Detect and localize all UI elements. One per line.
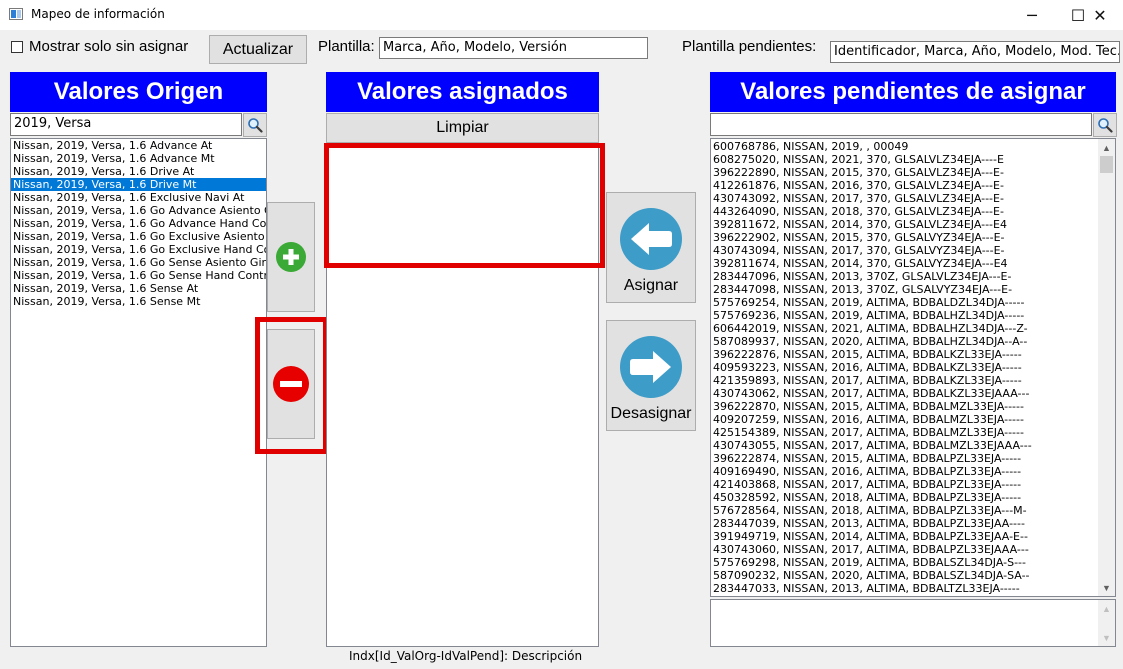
clear-button[interactable]: Limpiar	[326, 113, 599, 143]
pending-list[interactable]: 600768786, NISSAN, 2019, , 00049 60827502…	[710, 138, 1116, 597]
list-item[interactable]: Nissan, 2019, Versa, 1.6 Go Advance Asie…	[11, 204, 266, 217]
list-item[interactable]: 421359893, NISSAN, 2017, ALTIMA, BDBALKZ…	[711, 374, 1115, 387]
list-item[interactable]: 409593223, NISSAN, 2016, ALTIMA, BDBALKZ…	[711, 361, 1115, 374]
add-button[interactable]	[267, 202, 315, 312]
list-item[interactable]: 430743062, NISSAN, 2017, ALTIMA, BDBALKZ…	[711, 387, 1115, 400]
app-icon	[9, 8, 23, 20]
list-item[interactable]: Nissan, 2019, Versa, 1.6 Drive At	[11, 165, 266, 178]
list-item[interactable]: 600768786, NISSAN, 2019, , 00049	[711, 140, 1115, 153]
list-item[interactable]: 430743060, NISSAN, 2017, ALTIMA, BDBALPZ…	[711, 543, 1115, 556]
minimize-button[interactable]: ─	[1009, 0, 1055, 30]
list-item[interactable]: 575769254, NISSAN, 2019, ALTIMA, BDBALDZ…	[711, 296, 1115, 309]
list-item[interactable]: 396222876, NISSAN, 2015, ALTIMA, BDBALKZ…	[711, 348, 1115, 361]
list-item[interactable]: Nissan, 2019, Versa, 1.6 Go Sense Asient…	[11, 256, 266, 269]
refresh-button[interactable]: Actualizar	[209, 35, 307, 64]
list-item[interactable]: 396222870, NISSAN, 2015, ALTIMA, BDBALMZ…	[711, 400, 1115, 413]
checkbox-box[interactable]	[11, 40, 23, 53]
assign-label: Asignar	[623, 276, 679, 294]
template-label: Plantilla:	[318, 38, 375, 55]
list-item[interactable]: Nissan, 2019, Versa, 1.6 Go Advance Hand…	[11, 217, 266, 230]
list-item[interactable]: 575769236, NISSAN, 2019, ALTIMA, BDBALHZ…	[711, 309, 1115, 322]
list-item[interactable]: Nissan, 2019, Versa, 1.6 Advance Mt	[11, 152, 266, 165]
assigned-header: Valores asignados	[326, 72, 599, 112]
window-title: Mapeo de información	[31, 7, 165, 21]
list-item[interactable]: 396222890, NISSAN, 2015, 370, GLSALVLZ34…	[711, 166, 1115, 179]
unassign-label: Desasignar	[610, 404, 692, 422]
scroll-up-arrow-icon[interactable]: ▲	[1098, 139, 1115, 156]
list-item[interactable]: Nissan, 2019, Versa, 1.6 Go Sense Hand C…	[11, 269, 266, 282]
search-icon	[248, 118, 263, 133]
remove-button-highlight	[255, 317, 328, 454]
list-item[interactable]: 443264090, NISSAN, 2018, 370, GLSALVLZ34…	[711, 205, 1115, 218]
list-item[interactable]: Nissan, 2019, Versa, 1.6 Sense At	[11, 282, 266, 295]
filter-unassigned-label: Mostrar solo sin asignar	[29, 38, 189, 55]
list-item[interactable]: 283447096, NISSAN, 2013, 370Z, GLSALVLZ3…	[711, 270, 1115, 283]
list-item[interactable]: Nissan, 2019, Versa, 1.6 Go Exclusive Ha…	[11, 243, 266, 256]
list-item[interactable]: 391949719, NISSAN, 2014, ALTIMA, BDBALPZ…	[711, 530, 1115, 543]
list-item[interactable]: 396222902, NISSAN, 2015, 370, GLSALVYZ34…	[711, 231, 1115, 244]
list-item[interactable]: 576728564, NISSAN, 2018, ALTIMA, BDBALPZ…	[711, 504, 1115, 517]
list-item[interactable]: Nissan, 2019, Versa, 1.6 Go Exclusive As…	[11, 230, 266, 243]
scroll-down-arrow-icon[interactable]: ▼	[1098, 629, 1115, 646]
origin-search-input[interactable]: 2019, Versa	[10, 113, 242, 136]
scroll-down-arrow-icon[interactable]: ▼	[1098, 579, 1115, 596]
list-item[interactable]: Nissan, 2019, Versa, 1.6 Drive Mt	[11, 178, 266, 191]
list-item[interactable]: 425154389, NISSAN, 2017, ALTIMA, BDBALMZ…	[711, 426, 1115, 439]
list-item[interactable]: 430743092, NISSAN, 2017, 370, GLSALVLZ34…	[711, 192, 1115, 205]
list-item[interactable]: 283447033, NISSAN, 2013, ALTIMA, BDBALTZ…	[711, 582, 1115, 595]
assign-button[interactable]: Asignar	[606, 192, 696, 303]
unassign-button[interactable]: Desasignar	[606, 320, 696, 431]
origin-list[interactable]: Nissan, 2019, Versa, 1.6 Advance At Nissa…	[10, 138, 267, 647]
list-item[interactable]: 608275020, NISSAN, 2021, 370, GLSALVLZ34…	[711, 153, 1115, 166]
pending-detail-box[interactable]: ▲ ▼	[710, 599, 1116, 647]
pending-search-button[interactable]	[1093, 113, 1117, 137]
scroll-thumb[interactable]	[1100, 156, 1113, 173]
search-icon	[1098, 118, 1113, 133]
list-item[interactable]: 430743094, NISSAN, 2017, 370, GLSALVYZ34…	[711, 244, 1115, 257]
list-item[interactable]: Nissan, 2019, Versa, 1.6 Sense Mt	[11, 295, 266, 308]
pending-template-field[interactable]: Identificador, Marca, Año, Modelo, Mod. …	[830, 41, 1120, 63]
close-button[interactable]: ✕	[1077, 0, 1123, 30]
list-item[interactable]: 409169490, NISSAN, 2016, ALTIMA, BDBALPZ…	[711, 465, 1115, 478]
list-item[interactable]: Nissan, 2019, Versa, 1.6 Advance At	[11, 139, 266, 152]
list-item[interactable]: 396222874, NISSAN, 2015, ALTIMA, BDBALPZ…	[711, 452, 1115, 465]
filter-unassigned-checkbox[interactable]: Mostrar solo sin asignar	[11, 38, 188, 55]
origin-header: Valores Origen	[10, 72, 267, 112]
list-item[interactable]: 587090232, NISSAN, 2020, ALTIMA, BDBALSZ…	[711, 569, 1115, 582]
status-caption: Indx[Id_ValOrg-IdValPend]: Descripción	[349, 649, 583, 663]
list-item[interactable]: 421403868, NISSAN, 2017, ALTIMA, BDBALPZ…	[711, 478, 1115, 491]
list-item[interactable]: 392811672, NISSAN, 2014, 370, GLSALVLZ34…	[711, 218, 1115, 231]
template-field[interactable]: Marca, Año, Modelo, Versión	[379, 37, 648, 59]
pending-template-label: Plantilla pendientes:	[682, 38, 817, 55]
list-item[interactable]: 283447098, NISSAN, 2013, 370Z, GLSALVYZ3…	[711, 283, 1115, 296]
list-item[interactable]: 283447039, NISSAN, 2013, ALTIMA, BDBALPZ…	[711, 517, 1115, 530]
pending-search-input[interactable]	[710, 113, 1092, 136]
plus-icon	[276, 242, 306, 272]
arrow-right-icon	[620, 335, 682, 398]
list-item[interactable]: 575769298, NISSAN, 2019, ALTIMA, BDBALSZ…	[711, 556, 1115, 569]
list-item[interactable]: 430743055, NISSAN, 2017, ALTIMA, BDBALMZ…	[711, 439, 1115, 452]
list-item[interactable]: Nissan, 2019, Versa, 1.6 Exclusive Navi …	[11, 191, 266, 204]
arrow-left-icon	[620, 207, 682, 270]
scroll-up-arrow-icon[interactable]: ▲	[1098, 600, 1115, 617]
pending-list-scrollbar[interactable]: ▲ ▼	[1098, 139, 1115, 596]
list-item[interactable]: 412261876, NISSAN, 2016, 370, GLSALVLZ34…	[711, 179, 1115, 192]
pending-detail-scrollbar[interactable]: ▲ ▼	[1098, 600, 1115, 646]
list-item[interactable]: 450328592, NISSAN, 2018, ALTIMA, BDBALPZ…	[711, 491, 1115, 504]
list-item[interactable]: 587089937, NISSAN, 2020, ALTIMA, BDBALHZ…	[711, 335, 1115, 348]
assigned-list-highlight	[324, 143, 605, 268]
list-item[interactable]: 392811674, NISSAN, 2014, 370, GLSALVYZ34…	[711, 257, 1115, 270]
list-item[interactable]: 409207259, NISSAN, 2016, ALTIMA, BDBALMZ…	[711, 413, 1115, 426]
title-bar: Mapeo de información ─ ☐ ✕	[0, 0, 1123, 30]
pending-header: Valores pendientes de asignar	[710, 72, 1116, 112]
origin-search-button[interactable]	[243, 113, 267, 137]
list-item[interactable]: 606442019, NISSAN, 2021, ALTIMA, BDBALHZ…	[711, 322, 1115, 335]
